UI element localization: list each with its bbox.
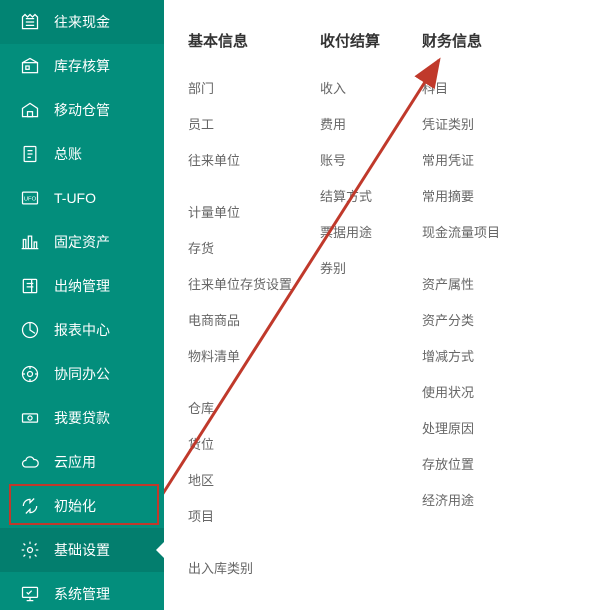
menu-item[interactable]: 科目 xyxy=(422,69,518,105)
menu-item[interactable]: 往来单位 xyxy=(188,141,292,177)
sidebar-item-label: 固定资产 xyxy=(54,232,110,252)
menu-item[interactable]: 往来单位存货设置 xyxy=(188,265,292,301)
inventory-icon xyxy=(20,56,40,76)
sidebar-item-loan[interactable]: 我要贷款 xyxy=(0,396,164,440)
sidebar-item-ledger[interactable]: 总账 xyxy=(0,132,164,176)
menu-item[interactable]: 常用凭证 xyxy=(422,141,518,177)
main-panel: 基本信息部门员工往来单位计量单位存货往来单位存货设置电商商品物料清单仓库货位地区… xyxy=(164,0,600,610)
collab-icon xyxy=(20,364,40,384)
spacer xyxy=(188,533,292,549)
loan-icon xyxy=(20,408,40,428)
menu-item[interactable]: 凭证类别 xyxy=(422,105,518,141)
sidebar-item-label: 出纳管理 xyxy=(54,276,110,296)
mobile-wh-icon xyxy=(20,100,40,120)
sidebar-item-ufo[interactable]: UFO T-UFO xyxy=(0,176,164,220)
sidebar-item-label: 云应用 xyxy=(54,452,96,472)
sidebar-item-system[interactable]: 系统管理 xyxy=(0,572,164,616)
menu-item[interactable]: 常用摘要 xyxy=(422,177,518,213)
ufo-icon: UFO xyxy=(20,188,40,208)
menu-item[interactable]: 资产属性 xyxy=(422,265,518,301)
report-icon xyxy=(20,320,40,340)
spacer xyxy=(188,177,292,193)
sidebar-item-init[interactable]: 初始化 xyxy=(0,484,164,528)
menu-item[interactable]: 出入库类别 xyxy=(188,549,292,585)
menu-item[interactable]: 电商商品 xyxy=(188,301,292,337)
settings-icon xyxy=(20,540,40,560)
menu-item[interactable]: 账号 xyxy=(320,141,394,177)
cashier-icon xyxy=(20,276,40,296)
sidebar-item-report[interactable]: 报表中心 xyxy=(0,308,164,352)
menu-item[interactable]: 计量单位 xyxy=(188,193,292,229)
menu-item[interactable]: 处理原因 xyxy=(422,409,518,445)
menu-item[interactable]: 现金流量项目 xyxy=(422,213,518,249)
sidebar-item-asset[interactable]: 固定资产 xyxy=(0,220,164,264)
menu-item[interactable]: 收入 xyxy=(320,69,394,105)
spacer xyxy=(188,373,292,389)
sidebar-item-label: 总账 xyxy=(54,144,82,164)
sidebar: 往来现金库存核算移动仓管总账 UFO T-UFO 固定资产出纳管理报表中心协同办公我要… xyxy=(0,0,164,610)
column-header: 基本信息 xyxy=(188,30,292,51)
column-header: 收付结算 xyxy=(320,30,394,51)
svg-text:UFO: UFO xyxy=(24,197,37,203)
sidebar-item-label: 库存核算 xyxy=(54,56,110,76)
cloud-icon xyxy=(20,452,40,472)
column-header: 财务信息 xyxy=(422,30,518,51)
sidebar-item-label: 往来现金 xyxy=(54,12,110,32)
sidebar-item-label: 基础设置 xyxy=(54,540,110,560)
sidebar-item-label: 系统管理 xyxy=(54,584,110,604)
sidebar-item-inventory[interactable]: 库存核算 xyxy=(0,44,164,88)
sidebar-item-collab[interactable]: 协同办公 xyxy=(0,352,164,396)
sidebar-item-label: 移动仓管 xyxy=(54,100,110,120)
sidebar-item-cloud[interactable]: 云应用 xyxy=(0,440,164,484)
column-1: 收付结算收入费用账号结算方式票据用途券别 xyxy=(320,30,394,585)
menu-item[interactable]: 结算方式 xyxy=(320,177,394,213)
asset-icon xyxy=(20,232,40,252)
menu-item[interactable]: 资产分类 xyxy=(422,301,518,337)
cash-icon xyxy=(20,12,40,32)
menu-item[interactable]: 券别 xyxy=(320,249,394,285)
sidebar-item-label: 初始化 xyxy=(54,496,96,516)
menu-item[interactable]: 费用 xyxy=(320,105,394,141)
sidebar-item-cashier[interactable]: 出纳管理 xyxy=(0,264,164,308)
ledger-icon xyxy=(20,144,40,164)
sidebar-item-settings[interactable]: 基础设置 xyxy=(0,528,164,572)
column-0: 基本信息部门员工往来单位计量单位存货往来单位存货设置电商商品物料清单仓库货位地区… xyxy=(188,30,292,585)
sidebar-item-label: 报表中心 xyxy=(54,320,110,340)
menu-item[interactable]: 增减方式 xyxy=(422,337,518,373)
sidebar-item-mobile-wh[interactable]: 移动仓管 xyxy=(0,88,164,132)
system-icon xyxy=(20,584,40,604)
sidebar-item-label: 我要贷款 xyxy=(54,408,110,428)
sidebar-item-label: T-UFO xyxy=(54,190,96,206)
spacer xyxy=(422,249,518,265)
menu-item[interactable]: 货位 xyxy=(188,425,292,461)
menu-item[interactable]: 经济用途 xyxy=(422,481,518,517)
sidebar-item-label: 协同办公 xyxy=(54,364,110,384)
menu-item[interactable]: 物料清单 xyxy=(188,337,292,373)
menu-item[interactable]: 使用状况 xyxy=(422,373,518,409)
menu-item[interactable]: 地区 xyxy=(188,461,292,497)
sidebar-item-cash[interactable]: 往来现金 xyxy=(0,0,164,44)
menu-item[interactable]: 存放位置 xyxy=(422,445,518,481)
menu-item[interactable]: 部门 xyxy=(188,69,292,105)
menu-item[interactable]: 仓库 xyxy=(188,389,292,425)
menu-item[interactable]: 员工 xyxy=(188,105,292,141)
column-2: 财务信息科目凭证类别常用凭证常用摘要现金流量项目资产属性资产分类增减方式使用状况… xyxy=(422,30,518,585)
menu-item[interactable]: 项目 xyxy=(188,497,292,533)
menu-item[interactable]: 票据用途 xyxy=(320,213,394,249)
menu-item[interactable]: 存货 xyxy=(188,229,292,265)
init-icon xyxy=(20,496,40,516)
